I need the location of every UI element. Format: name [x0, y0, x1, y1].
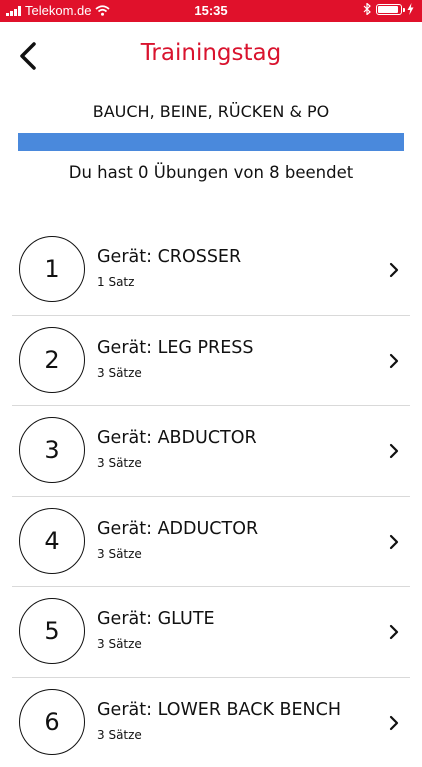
- chevron-right-icon: [388, 534, 400, 550]
- workout-title: BAUCH, BEINE, RÜCKEN & PO: [0, 102, 422, 121]
- status-bar: Telekom.de 15:35: [0, 0, 422, 22]
- page-title: Trainingstag: [60, 40, 362, 66]
- exercise-number: 4: [19, 508, 85, 574]
- exercise-sets: 3 Sätze: [97, 366, 142, 380]
- exercise-row-2[interactable]: 2 Gerät: LEG PRESS 3 Sätze: [12, 316, 410, 407]
- exercise-list: 1 Gerät: CROSSER 1 Satz 2 Gerät: LEG PRE…: [0, 225, 422, 767]
- chevron-right-icon: [388, 353, 400, 369]
- back-button[interactable]: [12, 38, 48, 74]
- exercise-title: Gerät: GLUTE: [97, 609, 215, 629]
- charging-icon: [407, 3, 414, 15]
- exercise-row-4[interactable]: 4 Gerät: ADDUCTOR 3 Sätze: [12, 497, 410, 588]
- chevron-right-icon: [388, 624, 400, 640]
- exercise-row-6[interactable]: 6 Gerät: LOWER BACK BENCH 3 Sätze: [12, 678, 410, 767]
- exercise-title: Gerät: ABDUCTOR: [97, 428, 257, 448]
- exercise-title: Gerät: CROSSER: [97, 247, 241, 267]
- exercise-sets: 3 Sätze: [97, 547, 142, 561]
- exercise-title: Gerät: ADDUCTOR: [97, 519, 258, 539]
- status-right: [363, 3, 414, 15]
- exercise-row-5[interactable]: 5 Gerät: GLUTE 3 Sätze: [12, 587, 410, 678]
- chevron-right-icon: [388, 443, 400, 459]
- bluetooth-icon: [363, 3, 371, 15]
- exercise-title: Gerät: LOWER BACK BENCH: [97, 700, 341, 720]
- exercise-number: 1: [19, 236, 85, 302]
- progress-text: Du hast 0 Übungen von 8 beendet: [0, 163, 422, 182]
- exercise-sets: 3 Sätze: [97, 637, 142, 651]
- exercise-sets: 3 Sätze: [97, 728, 142, 742]
- nav-bar: Trainingstag: [0, 22, 422, 90]
- exercise-number: 2: [19, 327, 85, 393]
- exercise-number: 6: [19, 689, 85, 755]
- status-time: 15:35: [0, 3, 422, 18]
- exercise-number: 3: [19, 417, 85, 483]
- battery-icon: [376, 4, 402, 15]
- exercise-title: Gerät: LEG PRESS: [97, 338, 253, 358]
- chevron-right-icon: [388, 715, 400, 731]
- chevron-right-icon: [388, 262, 400, 278]
- chevron-left-icon: [12, 38, 48, 74]
- exercise-number: 5: [19, 598, 85, 664]
- exercise-row-1[interactable]: 1 Gerät: CROSSER 1 Satz: [12, 225, 410, 316]
- exercise-sets: 1 Satz: [97, 275, 134, 289]
- progress-bar: [18, 133, 404, 151]
- exercise-row-3[interactable]: 3 Gerät: ABDUCTOR 3 Sätze: [12, 406, 410, 497]
- exercise-sets: 3 Sätze: [97, 456, 142, 470]
